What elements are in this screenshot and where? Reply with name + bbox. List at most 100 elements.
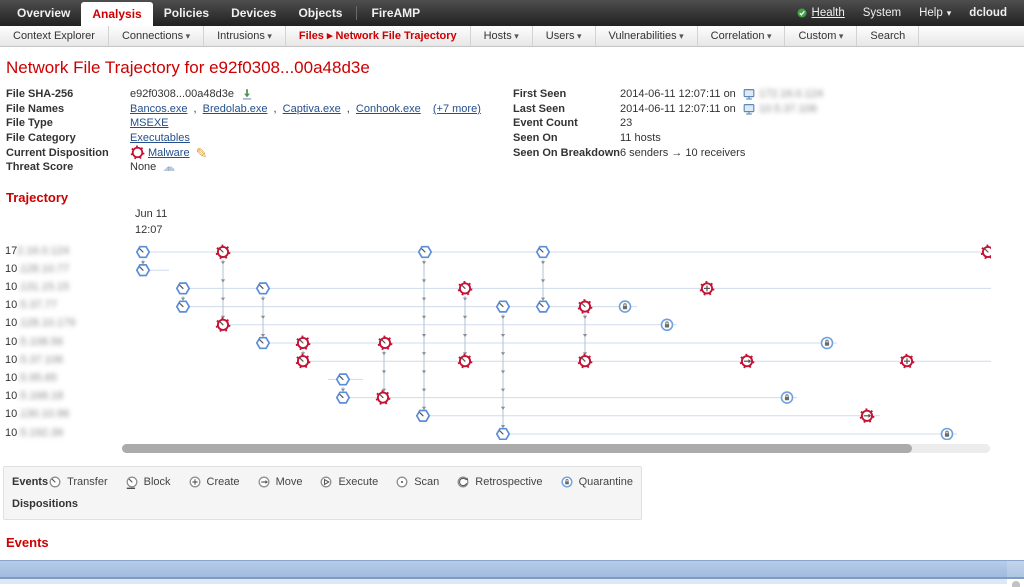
trajectory-node-custom-transfer[interactable] xyxy=(137,264,149,275)
main-nav-tab-policies[interactable]: Policies xyxy=(153,0,220,26)
file-info-row: File NamesBancos.exe , Bredolab.exe , Ca… xyxy=(6,102,513,117)
sub-nav-item-context-explorer[interactable]: Context Explorer xyxy=(0,26,109,46)
sub-nav-item-custom[interactable]: Custom ▾ xyxy=(785,26,857,46)
trajectory-node-custom-transfer[interactable] xyxy=(537,301,549,312)
trajectory-node-quarantine-lock[interactable] xyxy=(662,319,673,330)
status-item-help[interactable]: Help▾ xyxy=(912,7,958,19)
trajectory-node-custom-transfer[interactable] xyxy=(257,283,269,294)
status-label: System xyxy=(863,7,901,19)
trajectory-node-custom-transfer[interactable] xyxy=(537,246,549,257)
sub-nav-item-vulnerabilities[interactable]: Vulnerabilities ▾ xyxy=(596,26,698,46)
trajectory-node-custom-transfer[interactable] xyxy=(137,246,149,257)
trajectory-node-quarantine-lock[interactable] xyxy=(822,337,833,348)
seen-info-row: Seen On11 hosts xyxy=(513,131,823,146)
trajectory-node-malware-transfer[interactable] xyxy=(216,244,230,258)
value-link[interactable]: MSEXE xyxy=(130,117,169,129)
trajectory-node-malware-create[interactable] xyxy=(700,281,714,295)
chevron-down-icon: ▾ xyxy=(836,31,843,41)
sub-nav-label: Custom xyxy=(798,30,836,42)
host-ip-prefix: 10 xyxy=(5,263,17,275)
host-ip-label: 10.5.37.106 xyxy=(5,354,63,366)
file-summary-panel: File SHA-256e92f0308...00a48d3e File Nam… xyxy=(6,87,1024,175)
sub-nav-item-hosts[interactable]: Hosts ▾ xyxy=(471,26,533,46)
trajectory-node-malware-transfer[interactable] xyxy=(376,390,390,404)
trajectory-node-custom-transfer[interactable] xyxy=(337,392,349,403)
legend-events-title: Events xyxy=(12,476,48,488)
main-nav-tab-fireamp[interactable]: FireAMP xyxy=(360,0,431,26)
trajectory-node-custom-transfer[interactable] xyxy=(177,283,189,294)
trajectory-node-malware-move[interactable] xyxy=(860,408,874,422)
value-link[interactable]: Bancos.exe xyxy=(130,103,187,115)
transfer-icon xyxy=(48,475,62,489)
sub-nav-item-search[interactable]: Search xyxy=(857,26,919,46)
value-link[interactable]: Malware xyxy=(148,147,190,159)
trajectory-node-malware-transfer[interactable] xyxy=(578,299,592,313)
sub-nav-item-correlation[interactable]: Correlation ▾ xyxy=(698,26,786,46)
trajectory-node-custom-transfer[interactable] xyxy=(177,301,189,312)
chart-scrollbar-thumb[interactable] xyxy=(122,444,912,453)
status-item-system[interactable]: System xyxy=(856,7,908,19)
value-link[interactable]: Conhook.exe xyxy=(356,103,421,115)
value-link[interactable]: Captiva.exe xyxy=(283,103,341,115)
value-link[interactable]: Bredolab.exe xyxy=(203,103,268,115)
events-vertical-scrollbar[interactable] xyxy=(1012,581,1020,587)
trajectory-node-quarantine-lock[interactable] xyxy=(620,301,631,312)
host-ip-label: 10.130.10.96 xyxy=(5,408,69,420)
trajectory-node-malware-transfer[interactable] xyxy=(981,244,991,258)
trajectory-node-malware-transfer[interactable] xyxy=(296,335,310,349)
value-link[interactable]: Executables xyxy=(130,132,190,144)
sub-nav-item-files-network-file-trajectory[interactable]: Files ▸ Network File Trajectory xyxy=(286,26,471,46)
status-item-health[interactable]: Health xyxy=(789,7,852,19)
trajectory-node-malware-transfer[interactable] xyxy=(458,281,472,295)
trajectory-node-malware-transfer[interactable] xyxy=(296,353,310,367)
seen-info-row: First Seen2014-06-11 12:07:11 on 172.16.… xyxy=(513,87,823,102)
main-nav-tab-objects[interactable]: Objects xyxy=(287,0,353,26)
quarantine-icon xyxy=(560,475,574,489)
field-label: Seen On xyxy=(513,132,620,144)
trajectory-node-malware-transfer[interactable] xyxy=(578,353,592,367)
legend-dispositions-title: Dispositions xyxy=(12,498,91,510)
trajectory-node-custom-transfer[interactable] xyxy=(419,246,431,257)
trajectory-node-malware-transfer[interactable] xyxy=(458,353,472,367)
legend-dispositions-row: Dispositions xyxy=(12,493,633,515)
host-ip-label: 10.5.108.56 xyxy=(5,336,63,348)
value-link[interactable]: (+7 more) xyxy=(433,103,481,115)
chart-horizontal-scrollbar[interactable] xyxy=(122,444,990,453)
trajectory-node-malware-create[interactable] xyxy=(900,353,914,367)
sub-nav-item-intrusions[interactable]: Intrusions ▾ xyxy=(204,26,286,46)
host-icon xyxy=(742,102,756,116)
main-nav-tab-overview[interactable]: Overview xyxy=(6,0,81,26)
sub-nav-label: Context Explorer xyxy=(13,30,95,42)
trajectory-node-custom-transfer[interactable] xyxy=(497,428,509,439)
cloud-upload-icon[interactable]: ☁↑ xyxy=(162,162,175,172)
trajectory-node-malware-move[interactable] xyxy=(740,353,754,367)
value-text: None xyxy=(130,161,159,173)
trajectory-node-custom-transfer[interactable] xyxy=(417,410,429,421)
trajectory-node-custom-transfer[interactable] xyxy=(257,337,269,348)
sub-nav-label: Vulnerabilities xyxy=(609,30,677,42)
events-scrollbar-thumb[interactable] xyxy=(1012,581,1020,587)
trajectory-chart: Jun 11 12:07 172.16.0.12410.128.10.7710.… xyxy=(0,207,1024,458)
main-nav-tab-devices[interactable]: Devices xyxy=(220,0,287,26)
main-nav-tab-analysis[interactable]: Analysis xyxy=(81,2,152,26)
host-ip-prefix: 10 xyxy=(5,427,17,439)
edit-pencil-icon[interactable]: ✎ xyxy=(196,148,208,158)
sub-nav-item-users[interactable]: Users ▾ xyxy=(533,26,596,46)
sub-nav-item-connections[interactable]: Connections ▾ xyxy=(109,26,204,46)
field-label: First Seen xyxy=(513,88,620,100)
file-info-row: Threat ScoreNone ☁↑ xyxy=(6,160,513,175)
trajectory-node-quarantine-lock[interactable] xyxy=(942,428,953,439)
field-value: None ☁↑ xyxy=(130,161,175,173)
value-text: , xyxy=(344,103,353,115)
trajectory-node-quarantine-lock[interactable] xyxy=(782,392,793,403)
legend-item-quarantine: Quarantine xyxy=(560,475,633,489)
legend-item-retrospective: Retrospective xyxy=(456,475,542,489)
trajectory-node-malware-transfer[interactable] xyxy=(378,335,392,349)
download-icon[interactable] xyxy=(240,87,254,101)
host-ip-redacted: .5.95.65 xyxy=(17,372,57,384)
trajectory-node-custom-transfer[interactable] xyxy=(497,301,509,312)
trajectory-node-malware-transfer[interactable] xyxy=(216,317,230,331)
trajectory-node-custom-transfer[interactable] xyxy=(337,374,349,385)
status-item-dcloud[interactable]: dcloud xyxy=(962,7,1014,19)
host-ip-redacted: .128.10.179 xyxy=(17,317,75,329)
